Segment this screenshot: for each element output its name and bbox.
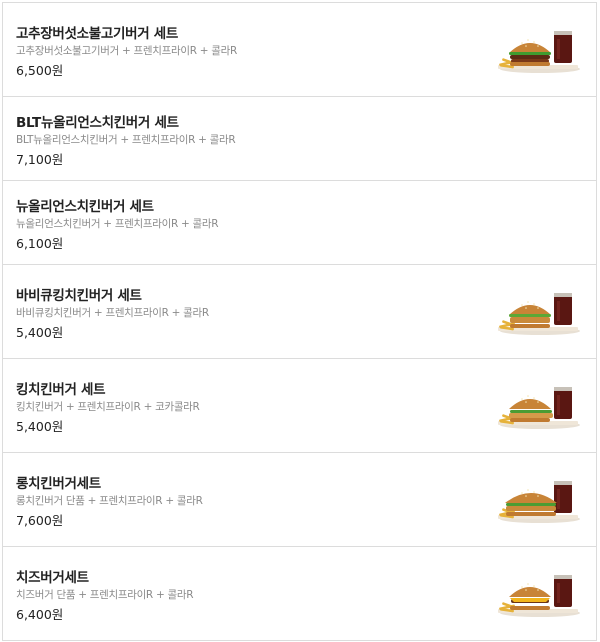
menu-item-text: 롱치킨버거세트 롱치킨버거 단품 + 프렌치프라이R + 콜라R 7,600원 [16, 475, 476, 529]
menu-item-text: 고추장버섯소불고기버거 세트 고추장버섯소불고기버거 + 프렌치프라이R + 콜… [16, 25, 476, 79]
menu-item-name: 뉴올리언스치킨버거 세트 [16, 199, 154, 215]
menu-item-6[interactable]: 롱치킨버거세트 롱치킨버거 단품 + 프렌치프라이R + 콜라R 7,600원 [3, 453, 596, 547]
burger-set-image [496, 475, 580, 527]
menu-item-name: 치즈버거세트 [16, 570, 89, 586]
menu-item-description: 뉴올리언스치킨버거 + 프렌치프라이R + 콜라R [16, 218, 219, 230]
menu-item-text: 바비큐킹치킨버거 세트 바비큐킹치킨버거 + 프렌치프라이R + 콜라R 5,4… [16, 287, 476, 341]
burger-set-image [496, 381, 580, 433]
menu-item-description: 킹치킨버거 + 프렌치프라이R + 코카콜라R [16, 401, 200, 413]
menu-item-text: 뉴올리언스치킨버거 세트 뉴올리언스치킨버거 + 프렌치프라이R + 콜라R 6… [16, 198, 476, 252]
menu-item-description: 롱치킨버거 단품 + 프렌치프라이R + 콜라R [16, 495, 203, 507]
menu-item-name: 킹치킨버거 세트 [16, 382, 106, 398]
menu-item-price: 5,400원 [16, 419, 64, 434]
menu-item-description: BLT뉴올리언스치킨버거 + 프렌치프라이R + 콜라R [16, 134, 236, 146]
menu-item-price: 5,400원 [16, 325, 64, 340]
menu-item-price: 7,600원 [16, 513, 64, 528]
menu-list: 고추장버섯소불고기버거 세트 고추장버섯소불고기버거 + 프렌치프라이R + 콜… [2, 2, 597, 641]
menu-item-7[interactable]: 치즈버거세트 치즈버거 단품 + 프렌치프라이R + 콜라R 6,400원 [3, 547, 596, 641]
menu-item-description: 바비큐킹치킨버거 + 프렌치프라이R + 콜라R [16, 307, 209, 319]
menu-item-price: 6,400원 [16, 607, 64, 622]
menu-item-name: 롱치킨버거세트 [16, 476, 101, 492]
menu-item-3[interactable]: 뉴올리언스치킨버거 세트 뉴올리언스치킨버거 + 프렌치프라이R + 콜라R 6… [3, 181, 596, 265]
menu-item-text: 치즈버거세트 치즈버거 단품 + 프렌치프라이R + 콜라R 6,400원 [16, 569, 476, 623]
menu-item-1[interactable]: 고추장버섯소불고기버거 세트 고추장버섯소불고기버거 + 프렌치프라이R + 콜… [3, 3, 596, 97]
menu-item-name: 고추장버섯소불고기버거 세트 [16, 26, 178, 42]
burger-set-image [496, 25, 580, 77]
menu-item-price: 7,100원 [16, 152, 64, 167]
menu-item-price: 6,100원 [16, 236, 64, 251]
burger-set-image [496, 569, 580, 621]
menu-item-price: 6,500원 [16, 63, 64, 78]
menu-item-text: BLT뉴올리언스치킨버거 세트 BLT뉴올리언스치킨버거 + 프렌치프라이R +… [16, 114, 476, 168]
menu-item-name: BLT뉴올리언스치킨버거 세트 [16, 115, 179, 131]
menu-item-2[interactable]: BLT뉴올리언스치킨버거 세트 BLT뉴올리언스치킨버거 + 프렌치프라이R +… [3, 97, 596, 181]
burger-set-image [496, 287, 580, 339]
menu-item-5[interactable]: 킹치킨버거 세트 킹치킨버거 + 프렌치프라이R + 코카콜라R 5,400원 [3, 359, 596, 453]
menu-page: 고추장버섯소불고기버거 세트 고추장버섯소불고기버거 + 프렌치프라이R + 콜… [0, 0, 600, 642]
menu-item-4[interactable]: 바비큐킹치킨버거 세트 바비큐킹치킨버거 + 프렌치프라이R + 콜라R 5,4… [3, 265, 596, 359]
menu-item-name: 바비큐킹치킨버거 세트 [16, 288, 142, 304]
menu-item-text: 킹치킨버거 세트 킹치킨버거 + 프렌치프라이R + 코카콜라R 5,400원 [16, 381, 476, 435]
menu-item-description: 치즈버거 단품 + 프렌치프라이R + 콜라R [16, 589, 194, 601]
menu-item-description: 고추장버섯소불고기버거 + 프렌치프라이R + 콜라R [16, 45, 237, 57]
